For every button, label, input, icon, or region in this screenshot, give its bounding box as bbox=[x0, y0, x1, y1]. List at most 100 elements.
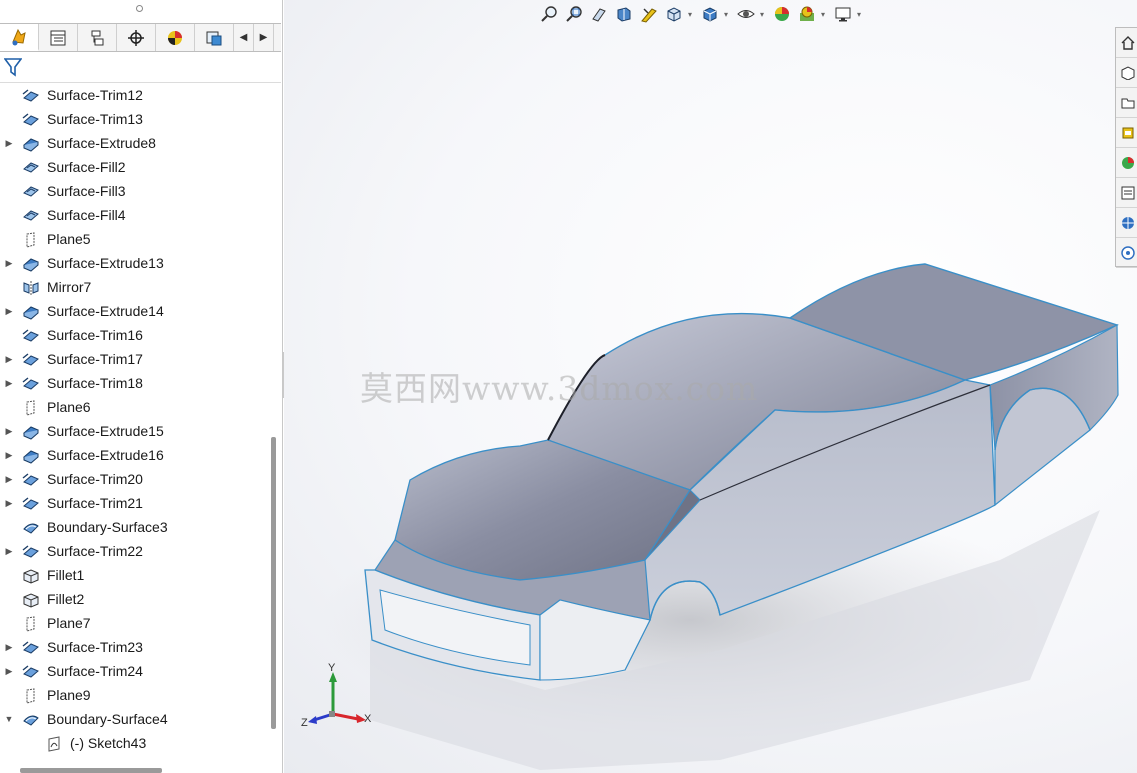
tree-item[interactable]: ▶ Surface-Trim23 bbox=[0, 635, 266, 659]
expand-arrow-icon[interactable]: ▶ bbox=[4, 659, 14, 683]
tree-item-label: Surface-Trim12 bbox=[47, 87, 143, 103]
expand-arrow-icon[interactable]: ▶ bbox=[4, 131, 14, 155]
tab-cam-manager[interactable] bbox=[195, 24, 234, 51]
reference-triad[interactable]: Y X Z bbox=[296, 662, 376, 732]
section-view-button[interactable] bbox=[613, 3, 635, 25]
expand-arrow-icon[interactable]: ▶ bbox=[4, 347, 14, 371]
view-orientation-dropdown-icon[interactable]: ▾ bbox=[688, 10, 696, 19]
surface-trim-icon bbox=[22, 351, 40, 367]
hide-show-dropdown-icon[interactable]: ▾ bbox=[760, 10, 768, 19]
tab-dimxpert-manager[interactable] bbox=[117, 24, 156, 51]
tree-item-label: Surface-Trim13 bbox=[47, 111, 143, 127]
expand-arrow-icon[interactable]: ▶ bbox=[4, 251, 14, 275]
tree-item[interactable]: Plane5 bbox=[0, 227, 266, 251]
zoom-to-area-button[interactable] bbox=[563, 3, 585, 25]
tree-item-label: Surface-Extrude13 bbox=[47, 255, 164, 271]
tree-item[interactable]: ▶ Surface-Trim20 bbox=[0, 467, 266, 491]
tree-item[interactable]: Surface-Fill3 bbox=[0, 179, 266, 203]
tree-item-label: Surface-Extrude15 bbox=[47, 423, 164, 439]
zoom-to-fit-button[interactable] bbox=[538, 3, 560, 25]
tree-item[interactable]: Surface-Fill2 bbox=[0, 155, 266, 179]
task-pane-forum-tab[interactable] bbox=[1116, 238, 1137, 268]
task-pane-custom-properties-tab[interactable] bbox=[1116, 178, 1137, 208]
surface-trim-icon bbox=[22, 639, 40, 655]
tree-item[interactable]: Fillet2 bbox=[0, 587, 266, 611]
tree-item[interactable]: Mirror7 bbox=[0, 275, 266, 299]
task-pane-home-tab[interactable] bbox=[1116, 28, 1137, 58]
previous-view-button[interactable] bbox=[588, 3, 610, 25]
tree-item[interactable]: Surface-Fill4 bbox=[0, 203, 266, 227]
tree-item[interactable]: ▶ Surface-Extrude14 bbox=[0, 299, 266, 323]
expand-arrow-icon[interactable]: ▶ bbox=[4, 419, 14, 443]
tree-item[interactable]: ▶ Surface-Trim21 bbox=[0, 491, 266, 515]
tree-item[interactable]: ▶ Surface-Extrude8 bbox=[0, 131, 266, 155]
tree-vertical-scroll-thumb[interactable] bbox=[271, 437, 276, 729]
appearances-icon bbox=[1122, 156, 1134, 169]
collapse-arrow-icon[interactable]: ▼ bbox=[4, 707, 14, 731]
task-pane-file-explorer-tab[interactable] bbox=[1116, 118, 1137, 148]
tab-property-manager[interactable] bbox=[39, 24, 78, 51]
tree-item-label: Surface-Trim22 bbox=[47, 543, 143, 559]
task-pane-appearances-tab[interactable] bbox=[1116, 148, 1137, 178]
edit-appearance-button[interactable] bbox=[771, 3, 793, 25]
view-setting-dropdown-icon[interactable]: ▾ bbox=[857, 10, 865, 19]
apply-scene-dropdown-icon[interactable]: ▾ bbox=[821, 10, 829, 19]
expand-arrow-icon[interactable]: ▶ bbox=[4, 443, 14, 467]
tree-item[interactable]: Boundary-Surface3 bbox=[0, 515, 266, 539]
tree-horizontal-scroll-thumb[interactable] bbox=[20, 768, 162, 773]
expand-arrow-icon[interactable]: ▶ bbox=[4, 467, 14, 491]
tab-configuration-manager[interactable] bbox=[78, 24, 117, 51]
tree-item[interactable]: Fillet1 bbox=[0, 563, 266, 587]
display-style-dropdown-icon[interactable]: ▾ bbox=[724, 10, 732, 19]
tree-item-label: Surface-Extrude16 bbox=[47, 447, 164, 463]
tree-item-label: Surface-Trim17 bbox=[47, 351, 143, 367]
tree-item[interactable]: ▼ Boundary-Surface4 bbox=[0, 707, 266, 731]
tree-item[interactable]: (-) Sketch43 bbox=[0, 731, 266, 755]
previous-view-icon bbox=[592, 8, 606, 22]
expand-arrow-icon[interactable]: ▶ bbox=[4, 299, 14, 323]
expand-arrow-icon[interactable]: ▶ bbox=[4, 539, 14, 563]
task-pane-design-library-tab[interactable] bbox=[1116, 88, 1137, 118]
home-icon bbox=[1121, 35, 1135, 50]
tree-item[interactable]: Plane9 bbox=[0, 683, 266, 707]
display-style-icon bbox=[703, 7, 717, 22]
tree-item[interactable]: Surface-Trim13 bbox=[0, 107, 266, 131]
task-pane-3d-content-tab[interactable] bbox=[1116, 208, 1137, 238]
tree-item[interactable]: Surface-Trim12 bbox=[0, 83, 266, 107]
tree-item[interactable]: ▶ Surface-Trim18 bbox=[0, 371, 266, 395]
expand-arrow-icon[interactable]: ▶ bbox=[4, 371, 14, 395]
display-style-button[interactable] bbox=[699, 3, 721, 25]
tree-item[interactable]: ▶ Surface-Trim17 bbox=[0, 347, 266, 371]
tree-item[interactable]: Surface-Trim16 bbox=[0, 323, 266, 347]
expand-arrow-icon[interactable]: ▶ bbox=[4, 491, 14, 515]
graphics-area[interactable]: 莫西网www.3dmox.com ▾ ▾ ▾ ▾ ▾ Y X Z bbox=[284, 0, 1137, 773]
surface-extrude-icon bbox=[22, 255, 40, 272]
hide-show-items-button[interactable] bbox=[735, 3, 757, 25]
tree-item[interactable]: ▶ Surface-Extrude15 bbox=[0, 419, 266, 443]
y-axis-label: Y bbox=[328, 662, 336, 674]
tab-feature-manager[interactable] bbox=[0, 24, 39, 51]
file-explorer-icon bbox=[1122, 127, 1134, 138]
panel-tab-strip: ◀ ▶ bbox=[0, 23, 281, 52]
tree-item[interactable]: Plane6 bbox=[0, 395, 266, 419]
tree-item-label: Surface-Trim18 bbox=[47, 375, 143, 391]
tree-item[interactable]: ▶ Surface-Extrude13 bbox=[0, 251, 266, 275]
apply-scene-button[interactable] bbox=[796, 3, 818, 25]
panel-grip-handle[interactable] bbox=[136, 5, 143, 12]
view-setting-button[interactable] bbox=[832, 3, 854, 25]
surface-trim-icon bbox=[22, 543, 40, 559]
dynamic-annotation-button[interactable] bbox=[638, 3, 660, 25]
tab-scroll-left-button[interactable]: ◀ bbox=[234, 24, 254, 51]
tree-item[interactable]: ▶ Surface-Extrude16 bbox=[0, 443, 266, 467]
view-orientation-button[interactable] bbox=[663, 3, 685, 25]
tree-item[interactable]: ▶ Surface-Trim22 bbox=[0, 539, 266, 563]
tree-item[interactable]: Plane7 bbox=[0, 611, 266, 635]
expand-arrow-icon[interactable]: ▶ bbox=[4, 635, 14, 659]
tree-item[interactable]: ▶ Surface-Trim24 bbox=[0, 659, 266, 683]
tab-scroll-right-button[interactable]: ▶ bbox=[254, 24, 274, 51]
filter-icon[interactable] bbox=[4, 57, 22, 77]
task-pane-resources-tab[interactable] bbox=[1116, 58, 1137, 88]
surface-trim-icon bbox=[22, 663, 40, 679]
tree-item-label: Mirror7 bbox=[47, 279, 92, 295]
tab-display-manager[interactable] bbox=[156, 24, 195, 51]
